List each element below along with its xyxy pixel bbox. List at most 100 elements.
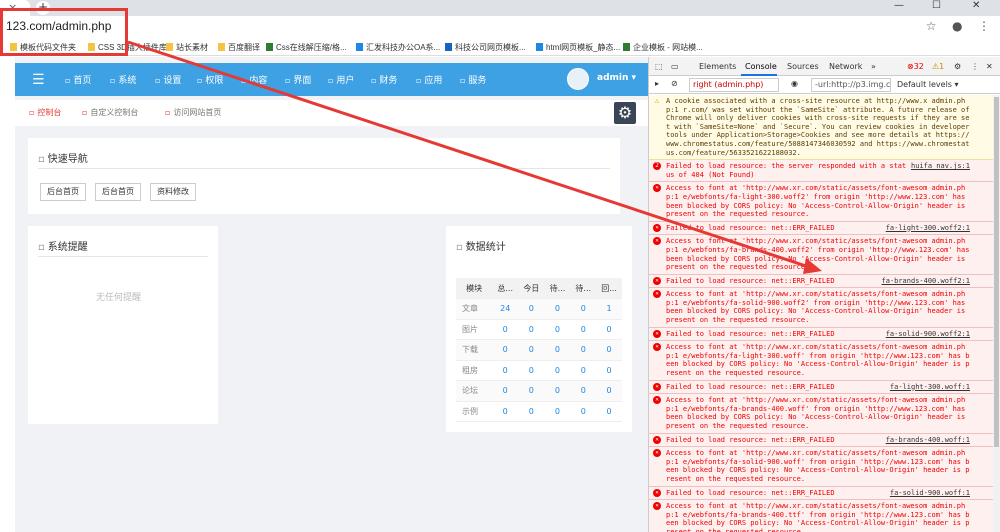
stats-cell[interactable]: 0 <box>492 319 519 340</box>
stats-cell[interactable]: 24 <box>492 298 519 320</box>
console-error: ✕ Access to font at 'http://www.xr.com/st… <box>649 341 994 381</box>
crumb-console[interactable]: 控制台 <box>29 107 61 118</box>
menu-kebab-icon[interactable]: ⋮ <box>978 19 990 33</box>
stats-cell[interactable]: 0 <box>518 319 545 340</box>
crumb-visit-site[interactable]: 访问网站首页 <box>165 107 221 118</box>
source-link[interactable]: fa-brands-400.woff2:1 <box>881 277 970 286</box>
bookmark-item[interactable]: 汇发科技办公OA系... <box>356 42 440 53</box>
hamburger-menu-icon[interactable]: ☰ <box>32 72 45 88</box>
bookmark-item[interactable]: 科技公司网页模板... <box>445 42 526 53</box>
stats-cell[interactable]: 0 <box>492 401 519 422</box>
user-menu[interactable]: admin ▾ <box>597 73 636 83</box>
star-icon[interactable]: ☆ <box>926 19 937 33</box>
stats-cell[interactable]: 0 <box>492 339 519 361</box>
bookmark-item[interactable]: 百度翻译 <box>218 42 260 53</box>
source-link[interactable]: fa-light-300.woff2:1 <box>886 224 970 233</box>
browser-tab[interactable]: × <box>0 0 30 16</box>
nav-item-apps[interactable]: 应用 <box>416 73 442 86</box>
bookmark-item[interactable]: html网页模板_静态... <box>536 42 620 53</box>
bookmark-item[interactable]: 企业模板 - 网站模... <box>623 42 703 53</box>
stats-cell[interactable]: 0 <box>570 360 597 381</box>
stats-cell[interactable]: 0 <box>596 339 622 361</box>
stats-cell[interactable]: 0 <box>570 339 597 361</box>
tab-console[interactable]: Console <box>745 62 777 71</box>
source-link[interactable]: huifa_nav.js:1 <box>911 162 970 171</box>
nav-item-system[interactable]: 系统 <box>110 73 136 86</box>
stats-cell[interactable]: 0 <box>518 380 545 402</box>
stats-cell[interactable]: 0 <box>544 298 571 320</box>
crumb-custom-console[interactable]: 自定义控制台 <box>82 107 138 118</box>
quick-button-profile[interactable]: 资料修改 <box>150 183 196 201</box>
source-link[interactable]: fa-light-300.woff:1 <box>890 383 970 392</box>
bookmark-item[interactable]: Css在线解压缩/格... <box>266 42 347 53</box>
stats-cell[interactable]: 0 <box>570 319 597 340</box>
tab-elements[interactable]: Elements <box>699 62 736 71</box>
quick-button-home[interactable]: 后台首页 <box>40 183 86 201</box>
nav-item-home[interactable]: 首页 <box>65 73 91 86</box>
tab-network[interactable]: Network <box>829 62 862 71</box>
bookmark-item[interactable]: CSS 3D插大插件库 <box>88 42 167 53</box>
stats-cell[interactable]: 0 <box>492 360 519 381</box>
new-tab-button[interactable]: + <box>36 1 50 15</box>
clear-console-icon[interactable]: ⊘ <box>671 79 678 88</box>
stats-cell[interactable]: 0 <box>544 380 571 402</box>
stats-cell[interactable]: 0 <box>518 339 545 361</box>
close-window-icon[interactable]: ✕ <box>972 0 980 11</box>
devtools-settings-icon[interactable]: ⚙ <box>954 62 961 71</box>
stats-cell[interactable]: 0 <box>570 298 597 320</box>
stats-cell[interactable]: 0 <box>518 360 545 381</box>
stats-cell[interactable]: 0 <box>518 401 545 422</box>
device-toggle-icon[interactable]: ▭ <box>671 62 679 71</box>
inspect-icon[interactable]: ⬚ <box>655 62 663 71</box>
stats-column-header: 待... <box>544 278 571 299</box>
warning-count-badge[interactable]: ⚠1 <box>932 62 944 71</box>
stats-cell[interactable]: 0 <box>544 360 571 381</box>
stats-cell[interactable]: 0 <box>596 360 622 381</box>
bookmark-item[interactable]: 站长素材 <box>166 42 208 53</box>
nav-item-finance[interactable]: 财务 <box>371 73 397 86</box>
eye-icon[interactable]: ◉ <box>791 79 798 88</box>
profile-icon[interactable]: ● <box>952 19 962 33</box>
error-count-badge[interactable]: ⊗32 <box>907 62 924 71</box>
sidebar-toggle-icon[interactable]: ▸ <box>655 79 659 88</box>
stats-cell[interactable]: 0 <box>544 319 571 340</box>
stats-cell[interactable]: 0 <box>544 401 571 422</box>
stats-cell[interactable]: 0 <box>596 401 622 422</box>
stats-cell[interactable]: 0 <box>544 339 571 361</box>
settings-gear-button[interactable]: ⚙ <box>614 102 636 124</box>
stats-cell[interactable]: 0 <box>570 401 597 422</box>
more-tabs-icon[interactable]: » <box>871 62 876 71</box>
nav-item-settings[interactable]: 设置 <box>155 73 181 86</box>
nav-item-users[interactable]: 用户 <box>328 73 354 86</box>
url-input[interactable]: 123.com/admin.php <box>6 19 111 33</box>
avatar[interactable] <box>567 68 589 90</box>
nav-item-services[interactable]: 服务 <box>460 73 486 86</box>
stats-cell[interactable]: 0 <box>596 380 622 402</box>
nav-item-permissions[interactable]: 权限 <box>197 73 223 86</box>
tab-sources[interactable]: Sources <box>787 62 819 71</box>
nav-item-content[interactable]: 内容 <box>241 73 267 86</box>
filter-input[interactable]: -url:http://p3.img.cc <box>811 78 891 92</box>
quick-button-home-2[interactable]: 后台首页 <box>95 183 141 201</box>
minimize-icon[interactable]: — <box>894 0 904 11</box>
bookmark-item[interactable]: 模板代码文件夹 <box>10 42 76 53</box>
log-levels-select[interactable]: Default levels ▾ <box>897 80 959 89</box>
console-error: ✕ Access to font at 'http://www.xr.com/st… <box>649 500 994 532</box>
stats-cell[interactable]: 0 <box>570 380 597 402</box>
stats-cell[interactable]: 0 <box>518 298 545 320</box>
stats-cell[interactable]: 1 <box>596 298 622 320</box>
source-link[interactable]: fa-brands-400.woff:1 <box>886 436 970 445</box>
stats-cell[interactable]: 0 <box>596 319 622 340</box>
maximize-icon[interactable]: ☐ <box>932 0 941 11</box>
devtools-menu-icon[interactable]: ⋮ <box>971 62 979 71</box>
scroll-thumb[interactable] <box>994 97 999 447</box>
console-scrollbar[interactable] <box>993 95 1000 532</box>
nav-item-interface[interactable]: 界面 <box>285 73 311 86</box>
source-link[interactable]: fa-solid-900.woff2:1 <box>886 330 970 339</box>
console-error: ✕ Access to font at 'http://www.xr.com/st… <box>649 235 994 275</box>
close-tab-icon[interactable]: × <box>8 1 17 14</box>
source-link[interactable]: fa-solid-900.woff:1 <box>890 489 970 498</box>
stats-cell[interactable]: 0 <box>492 380 519 402</box>
devtools-close-icon[interactable]: ✕ <box>986 62 993 71</box>
context-select[interactable]: right (admin.php) <box>689 78 779 92</box>
